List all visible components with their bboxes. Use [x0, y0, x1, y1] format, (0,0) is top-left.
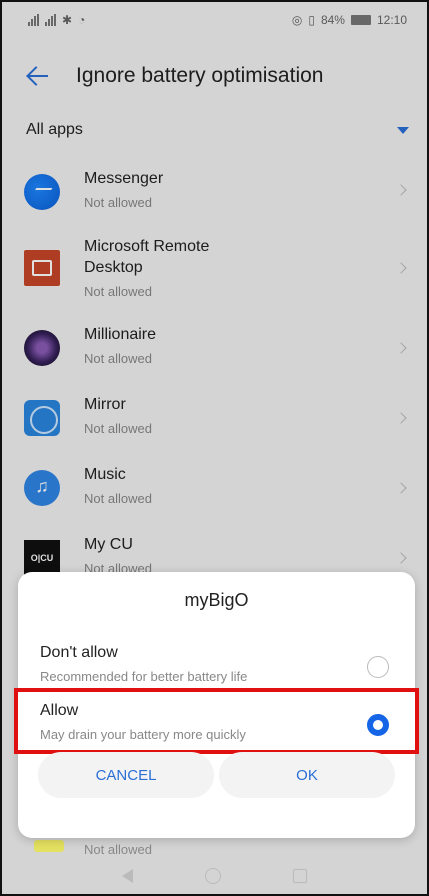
app-icon-partial [34, 840, 64, 852]
dialog-buttons: CANCEL OK [38, 752, 395, 798]
dialog-title: myBigO [184, 590, 249, 610]
option-title: Allow [40, 702, 79, 719]
nav-back-icon[interactable] [122, 869, 133, 883]
nav-home-icon[interactable] [205, 868, 221, 884]
ok-button[interactable]: OK [219, 752, 395, 798]
phone-screen: ✱ ◔ ◎ ▯ 84% 12:10 Ignore battery optimis… [0, 0, 429, 896]
option-title: Don't allow [40, 644, 118, 661]
option-dont-allow[interactable]: Don't allow Recommended for better batte… [18, 634, 415, 692]
option-allow[interactable]: Allow May drain your battery more quickl… [14, 688, 419, 754]
permission-dialog: myBigO Don't allow Recommended for bette… [14, 572, 419, 838]
cancel-button[interactable]: CANCEL [38, 752, 214, 798]
option-description: May drain your battery more quickly [40, 727, 246, 742]
radio-unchecked-icon[interactable] [367, 656, 389, 678]
nav-recents-icon[interactable] [293, 869, 307, 883]
radio-checked-icon[interactable] [367, 714, 389, 736]
option-description: Recommended for better battery life [40, 669, 248, 684]
highlight-box [14, 688, 419, 754]
navigation-bar [2, 854, 427, 894]
